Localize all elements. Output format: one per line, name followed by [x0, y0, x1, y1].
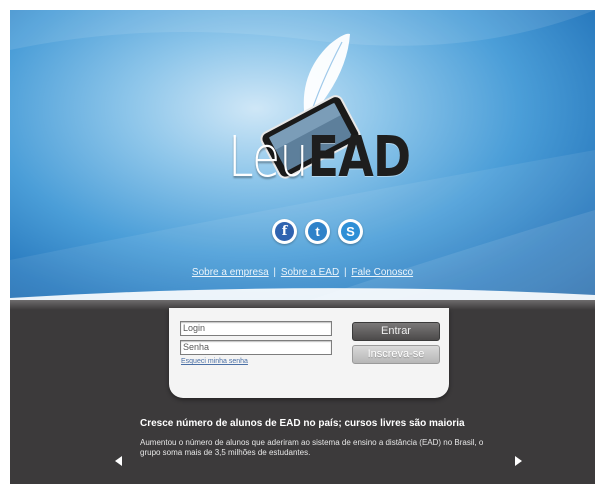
- skype-icon: S: [341, 222, 360, 241]
- login-panel: Esqueci minha senha Entrar Inscreva-se: [169, 308, 449, 398]
- enter-button[interactable]: Entrar: [352, 322, 440, 341]
- link-separator: |: [343, 267, 347, 278]
- link-separator: |: [273, 267, 277, 278]
- login-input[interactable]: [180, 321, 332, 336]
- link-about-company[interactable]: Sobre a empresa: [192, 267, 269, 278]
- forgot-password-link[interactable]: Esqueci minha senha: [181, 358, 248, 365]
- link-contact[interactable]: Fale Conosco: [351, 267, 413, 278]
- news-body: Aumentou o número de alunos que aderiram…: [140, 438, 484, 457]
- brand-logo-text: LeuEAD: [228, 125, 411, 190]
- hero-banner: LeuEAD f t S Sobre a empresa | Sobre a E…: [10, 10, 595, 300]
- hero-nav-links: Sobre a empresa | Sobre a EAD | Fale Con…: [10, 267, 595, 278]
- news-headline: Cresce número de alunos de EAD no país; …: [140, 418, 465, 429]
- social-links: f t S: [272, 219, 363, 244]
- facebook-icon: f: [275, 222, 294, 241]
- brand-name-part-a: Leu: [228, 125, 309, 190]
- brand-name-part-b: EAD: [307, 125, 411, 190]
- twitter-icon: t: [308, 222, 327, 241]
- prev-news-arrow-icon[interactable]: [115, 456, 122, 466]
- twitter-button[interactable]: t: [305, 219, 330, 244]
- next-news-arrow-icon[interactable]: [515, 456, 522, 466]
- signup-button[interactable]: Inscreva-se: [352, 345, 440, 364]
- facebook-button[interactable]: f: [272, 219, 297, 244]
- news-item: Cresce número de alunos de EAD no país; …: [140, 418, 500, 458]
- password-input[interactable]: [180, 340, 332, 355]
- link-about-ead[interactable]: Sobre a EAD: [281, 267, 339, 278]
- skype-button[interactable]: S: [338, 219, 363, 244]
